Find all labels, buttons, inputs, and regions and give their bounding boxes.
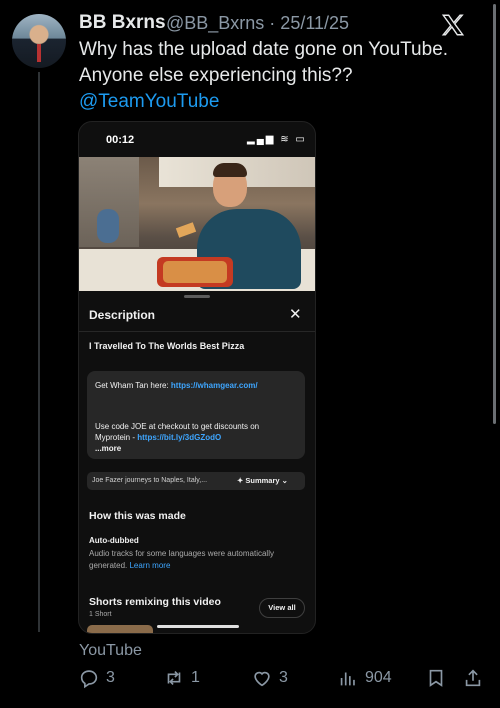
description-line: Myprotein - https://bit.ly/3dGZodO (95, 433, 221, 442)
shorts-heading: Shorts remixing this video (89, 596, 221, 608)
home-indicator (157, 625, 239, 628)
shorts-count: 1 Short (89, 611, 112, 618)
short-thumbnail[interactable] (87, 625, 153, 633)
reply-button[interactable]: 3 (78, 666, 115, 690)
like-icon (254, 671, 270, 687)
description-text: Myprotein - (95, 433, 138, 442)
tweet-text: Why has the upload date gone on YouTube.… (79, 37, 479, 115)
thread-line (38, 72, 40, 632)
description-line: Use code JOE at checkout to get discount… (95, 422, 260, 431)
attached-screenshot[interactable]: 00:12 ▂▄▆ ≋ ▭ Description ✕ I Travelled … (78, 121, 316, 634)
drag-handle[interactable] (184, 295, 210, 298)
whamgear-link[interactable]: https://whamgear.com/ (171, 381, 258, 390)
auto-desc-line: generated. (89, 561, 130, 570)
repost-icon (167, 670, 181, 686)
reply-icon (80, 670, 98, 689)
how-made-heading: How this was made (89, 510, 186, 522)
view-all-button[interactable]: View all (259, 598, 305, 618)
status-icons: ▂▄▆ ≋ ▭ (247, 134, 307, 145)
divider (79, 331, 315, 332)
like-button[interactable]: 3 (251, 666, 288, 690)
summary-button[interactable]: ✦ Summary ⌄ (237, 476, 288, 485)
author-handle-date[interactable]: @BB_Bxrns · 25/11/25 (166, 13, 349, 34)
auto-dubbed-description: Audio tracks for some languages were aut… (89, 548, 311, 572)
repost-count: 1 (191, 669, 200, 686)
bookmark-icon (429, 669, 443, 687)
description-text: Get Wham Tan here: (95, 381, 171, 390)
tweet-text-line: Why has the upload date gone on YouTube. (79, 39, 449, 60)
more-link[interactable]: ...more (95, 444, 121, 453)
repost-button[interactable]: 1 (163, 666, 200, 690)
close-icon[interactable]: ✕ (289, 305, 302, 323)
summary-snippet: Joe Fazer journeys to Naples, Italy,... (92, 477, 208, 484)
like-count: 3 (279, 669, 288, 686)
views-icon (340, 672, 355, 686)
reply-count: 3 (106, 669, 115, 686)
learn-more-link[interactable]: Learn more (129, 561, 170, 570)
share-icon (465, 669, 481, 687)
panel-title: Description (89, 308, 156, 322)
auto-dubbed-label: Auto-dubbed (89, 536, 139, 545)
description-line: Get Wham Tan here: https://whamgear.com/ (95, 381, 258, 390)
auto-desc-line: Audio tracks for some languages were aut… (89, 549, 274, 558)
mention-link[interactable]: @TeamYouTube (79, 89, 479, 115)
summary-row[interactable]: Joe Fazer journeys to Naples, Italy,... … (87, 472, 305, 490)
bookmark-button[interactable] (425, 666, 453, 690)
page-scrollbar[interactable] (493, 4, 496, 424)
card-source[interactable]: YouTube (79, 642, 142, 660)
video-thumbnail (79, 157, 315, 291)
tweet-text-line: Anyone else experiencing this?? (79, 65, 353, 86)
myprotein-link[interactable]: https://bit.ly/3dGZodO (137, 433, 221, 442)
views-button[interactable]: 904 (337, 666, 392, 690)
views-count: 904 (365, 669, 392, 686)
author-name[interactable]: BB Bxrns (79, 12, 166, 34)
status-time: 00:12 (106, 134, 135, 146)
avatar[interactable] (12, 14, 66, 68)
video-title: I Travelled To The Worlds Best Pizza (89, 341, 245, 351)
share-button[interactable] (462, 666, 490, 690)
description-box[interactable]: Get Wham Tan here: https://whamgear.com/… (87, 371, 305, 459)
x-logo-icon[interactable] (440, 12, 466, 38)
